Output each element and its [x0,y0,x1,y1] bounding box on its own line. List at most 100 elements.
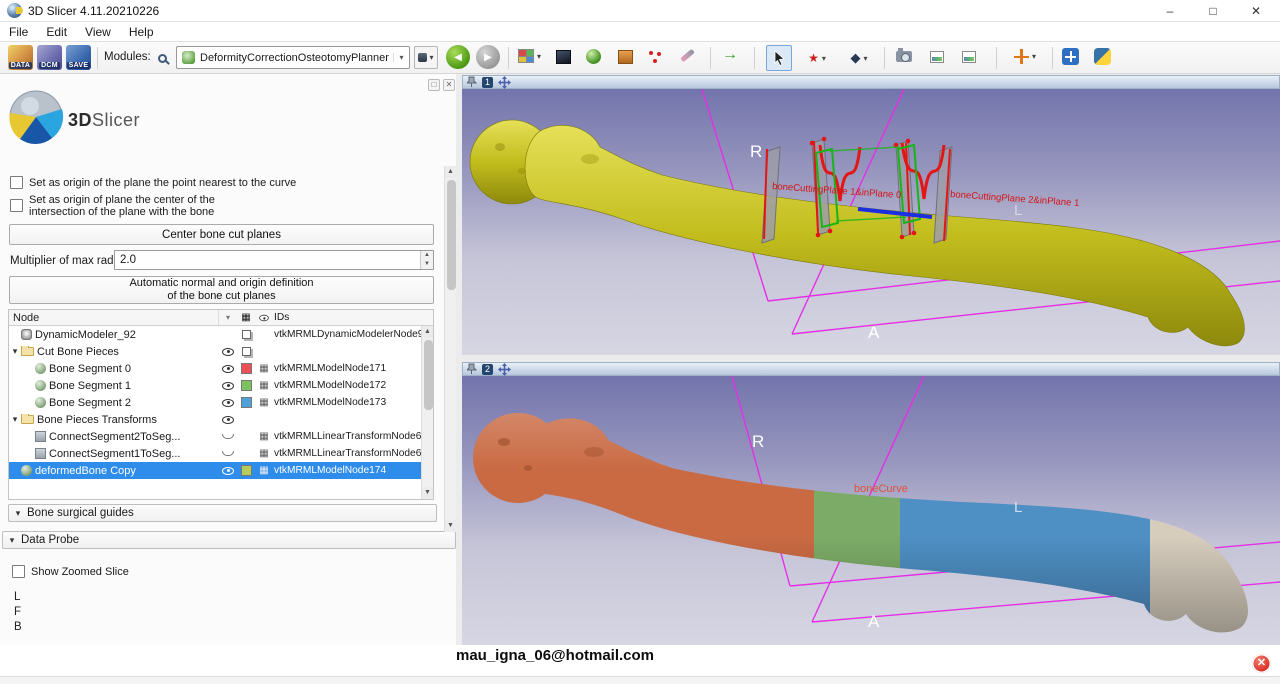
panel-close-button[interactable]: ✕ [443,79,455,91]
scroll-down-icon[interactable]: ▼ [422,487,433,499]
segment-editor-button[interactable] [680,53,695,58]
tree-scrollbar[interactable]: ▲ ▼ [421,326,433,499]
header-color-icon[interactable]: ▦ [237,313,255,323]
spin-up-icon[interactable]: ▲ [421,251,433,260]
color-swatch[interactable] [237,380,255,391]
visibility-eye-icon[interactable] [219,399,237,407]
move-view-icon[interactable] [498,76,511,89]
load-data-button[interactable]: DATA [8,45,33,70]
color-swatch[interactable] [237,397,255,408]
orientation-label-r: R [752,432,764,451]
place-markup-dropdown[interactable]: ◆▾ [842,45,876,71]
menu-view[interactable]: View [76,23,120,41]
layout-selector-button[interactable]: ▾ [518,49,541,63]
header-visibility-icon[interactable] [255,314,273,322]
tree-row[interactable]: Bone Segment 2 ▦ vtkMRMLModelNode173 [9,394,433,411]
header-node[interactable]: Node [9,310,219,325]
header-sort-icon[interactable]: ▾ [219,313,237,322]
tree-row[interactable]: Bone Segment 1 ▦ vtkMRMLModelNode172 [9,377,433,394]
scroll-down-icon[interactable]: ▼ [445,520,456,532]
module-search-button[interactable] [152,48,172,68]
close-button[interactable]: ✕ [1241,0,1271,22]
data-probe-section[interactable]: ▾ Data Probe [2,531,456,549]
layout-grid-icon [518,49,534,63]
extensions-manager-button[interactable] [1062,48,1079,65]
tree-row[interactable]: ConnectSegment1ToSeg... ▦ vtkMRMLLinearT… [9,445,433,462]
crosshair-button[interactable]: ▾ [1008,49,1042,64]
header-ids[interactable]: IDs [273,312,433,323]
mouse-interaction-button[interactable] [766,45,792,71]
module-selector-combobox[interactable]: DeformityCorrectionOsteotomyPlanner ▾ [176,46,410,69]
menu-help[interactable]: Help [120,23,163,41]
module-selected-label: DeformityCorrectionOsteotomyPlanner [200,52,389,64]
diamond-icon: ◆ [850,50,860,66]
3d-view-1-scene: boneCuttingPlane 1&inPlane 0 boneCutting… [462,89,1280,355]
modules-label: Modules: [104,51,151,63]
screenshot-button[interactable] [896,51,912,62]
bone-surgical-guides-section[interactable]: ▾ Bone surgical guides [8,504,437,522]
femur-model-yellow[interactable] [470,120,1244,346]
pin-icon[interactable] [467,363,477,375]
menu-file[interactable]: File [0,23,37,41]
spinbox-arrows[interactable]: ▲▼ [420,251,433,269]
maximize-button[interactable]: □ [1198,0,1228,22]
module-history-button[interactable]: ▾ [414,46,438,69]
status-bar [0,676,1280,684]
3d-view-1[interactable]: boneCuttingPlane 1&inPlane 0 boneCutting… [462,89,1280,355]
visibility-eye-icon[interactable] [219,348,237,356]
checkbox-origin-center[interactable] [10,199,23,212]
scene-view-restore-button[interactable] [962,51,976,63]
visibility-eye-icon[interactable] [219,382,237,390]
tree-row[interactable]: ▾Bone Pieces Transforms [9,411,433,428]
tree-row[interactable]: ▾Cut Bone Pieces [9,343,433,360]
volume-rendering-button[interactable] [586,49,601,64]
show-zoomed-slice-checkbox[interactable] [12,565,25,578]
dynamic-modeler-icon [21,329,32,340]
tree-row[interactable]: DynamicModeler_92 vtkMRMLDynamicModelerN… [9,326,433,343]
scrollbar-thumb[interactable] [447,180,456,290]
place-point-button[interactable]: ★▾ [800,45,834,71]
move-view-icon[interactable] [498,363,511,376]
color-swatch[interactable] [237,363,255,374]
markups-button[interactable] [648,49,663,64]
multiplier-spinbox[interactable]: 2.0 ▲▼ [114,250,434,270]
spin-down-icon[interactable]: ▼ [421,260,433,269]
visibility-eye-icon[interactable] [219,467,237,475]
visibility-eye-icon[interactable] [219,451,237,456]
minimize-button[interactable]: – [1155,0,1185,22]
visibility-eye-icon[interactable] [219,416,237,424]
center-bone-cut-planes-button[interactable]: Center bone cut planes [9,224,434,245]
tree-header[interactable]: Node ▾ ▦ IDs [9,310,433,326]
orientation-label-r: R [750,142,762,161]
dicom-button[interactable]: DCM [37,45,62,70]
scroll-up-icon[interactable]: ▲ [422,326,433,338]
volumes-button[interactable] [618,50,633,64]
tree-row[interactable]: ConnectSegment2ToSeg... ▦ vtkMRMLLinearT… [9,428,433,445]
python-console-button[interactable] [1094,48,1111,65]
panel-scrollbar[interactable]: ▲ ▼ [444,166,456,532]
view2-title-bar[interactable]: 2 [462,362,1280,376]
view1-title-bar[interactable]: 1 [462,75,1280,89]
scene-view-button[interactable] [930,51,944,63]
scrollbar-thumb[interactable] [424,340,433,410]
scroll-up-icon[interactable]: ▲ [445,166,456,178]
panel-float-button[interactable]: □ [428,79,440,91]
tree-row[interactable]: Bone Segment 0 ▦ vtkMRMLModelNode171 [9,360,433,377]
menu-edit[interactable]: Edit [37,23,76,41]
orientation-label-a: A [868,612,880,631]
3d-view-button[interactable] [556,50,571,64]
transforms-button[interactable]: → [722,46,738,64]
visibility-eye-icon[interactable] [219,365,237,373]
femur-model-segmented[interactable] [462,376,1280,645]
3d-view-2[interactable]: boneCurve R A L [462,376,1280,645]
save-button[interactable]: SAVE [66,45,91,70]
pin-icon[interactable] [467,76,477,88]
auto-normal-origin-button[interactable]: Automatic normal and origin definitionof… [9,276,434,304]
color-swatch[interactable] [237,465,255,476]
module-back-button[interactable]: ◀ [446,45,470,69]
notification-close-button[interactable]: ✕ [1252,654,1271,673]
module-forward-button[interactable]: ▶ [476,45,500,69]
checkbox-origin-nearest[interactable] [10,176,23,189]
tree-row-selected[interactable]: deformedBone Copy ▦ vtkMRMLModelNode174 [9,462,433,479]
visibility-eye-icon[interactable] [219,434,237,439]
